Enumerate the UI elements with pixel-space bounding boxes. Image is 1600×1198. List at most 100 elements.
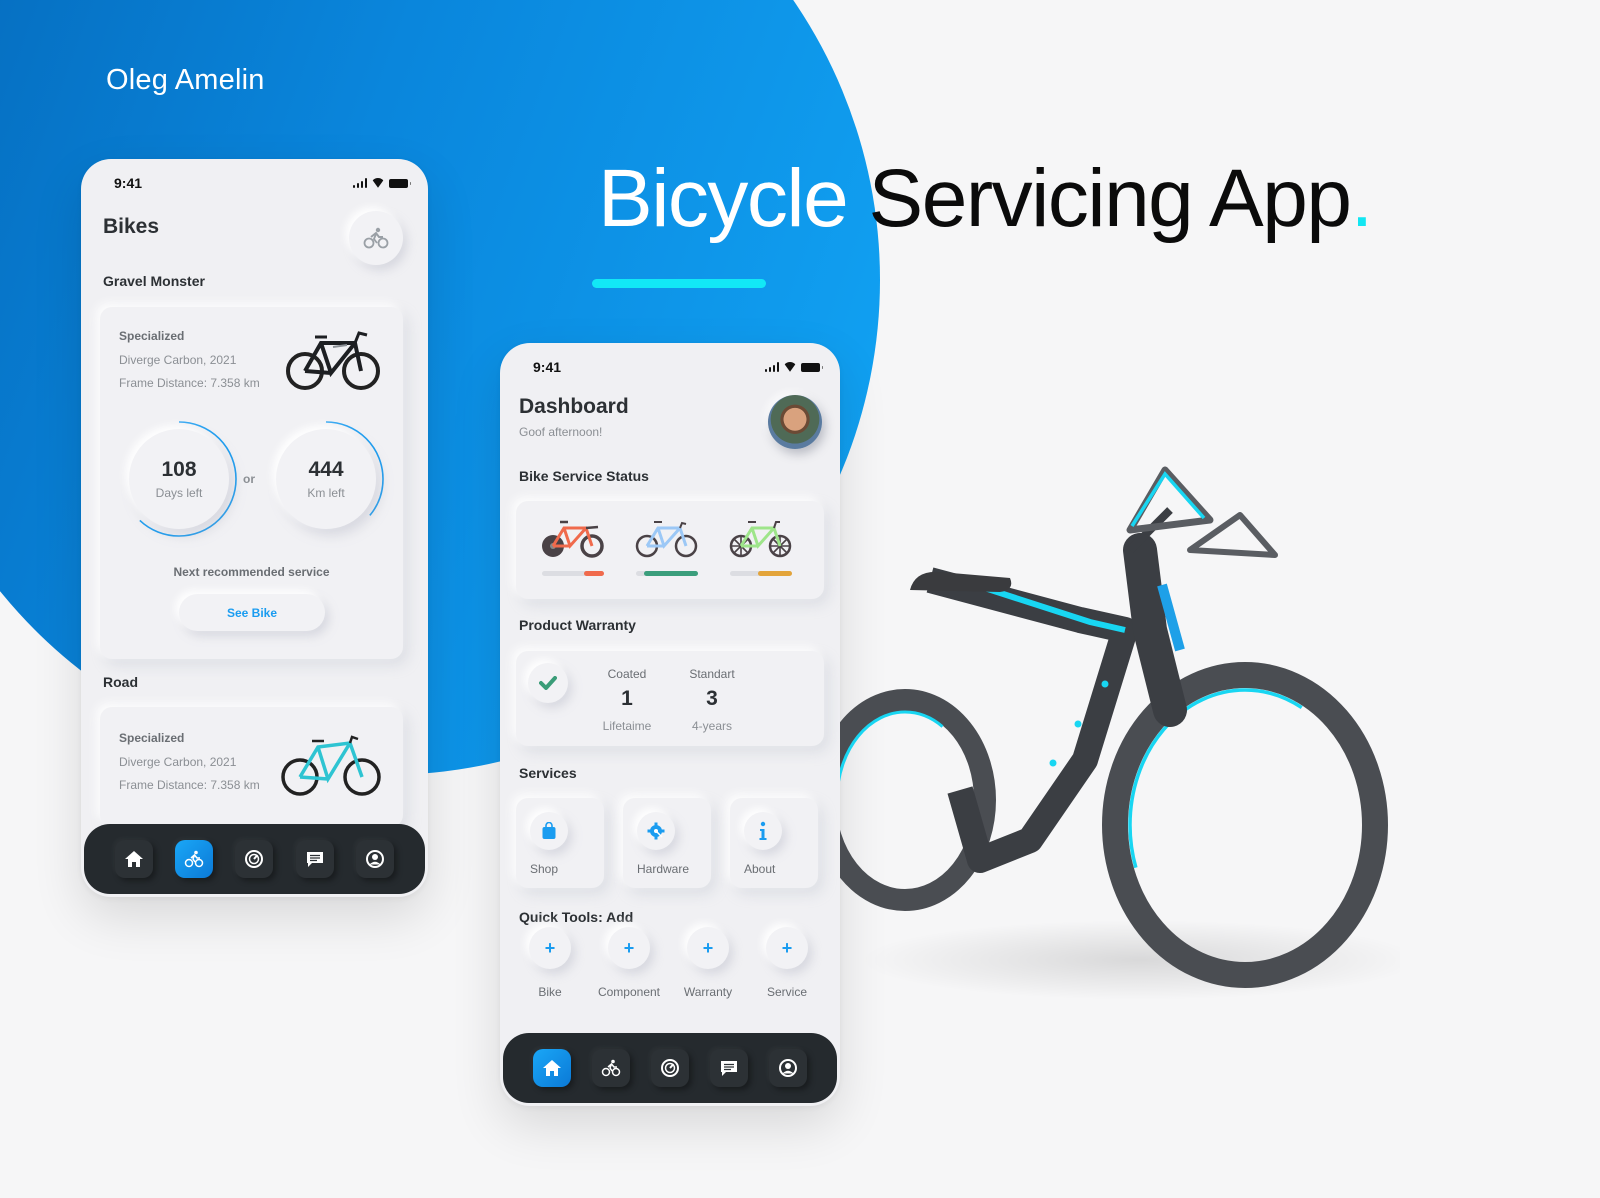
- tab-profile[interactable]: [768, 1049, 807, 1087]
- section-title-road: Road: [103, 674, 138, 690]
- gear-wrench-icon: [647, 822, 665, 840]
- status-bar: 9:41: [81, 173, 428, 193]
- chat-icon: [720, 1061, 737, 1076]
- section-title-services: Services: [519, 765, 577, 781]
- road-bike-image: [281, 735, 381, 796]
- km-left-label: Km left: [307, 486, 345, 500]
- bike-brand: Specialized: [119, 731, 185, 745]
- warranty-footer: Lifetaime: [602, 719, 652, 733]
- add-component-button[interactable]: +: [608, 927, 650, 969]
- warranty-check-badge: [528, 663, 568, 703]
- tab-bikes[interactable]: [592, 1049, 631, 1087]
- section-title-quick-tools: Quick Tools: Add: [519, 909, 634, 925]
- warranty-footer: 4-years: [691, 719, 732, 733]
- days-left-ring: 108 Days left: [119, 419, 239, 539]
- section-title-service-status: Bike Service Status: [519, 468, 649, 484]
- gravel-bike-image: [286, 331, 380, 390]
- km-left-value: 444: [308, 458, 344, 481]
- quick-tool-label: Bike: [538, 985, 562, 999]
- next-service-label: Next recommended service: [173, 565, 330, 579]
- chat-icon: [306, 852, 323, 867]
- km-left-ring: 444 Km left: [266, 419, 386, 539]
- greeting: Goof afternoon!: [519, 425, 603, 439]
- plus-icon: +: [623, 937, 635, 958]
- warranty-value: 1: [621, 687, 633, 710]
- service-about[interactable]: About: [730, 798, 818, 888]
- quick-tool-label: Warranty: [683, 985, 733, 999]
- home-icon: [543, 1060, 562, 1076]
- cyclist-button[interactable]: [349, 211, 403, 265]
- warranty-card: Coated 1 Lifetaime Standart 3 4-years: [516, 651, 824, 746]
- tab-home[interactable]: [115, 840, 154, 878]
- author-name: Oleg Amelin: [106, 64, 265, 96]
- quick-tool-label: Service: [766, 985, 807, 999]
- blue-bike-icon: [635, 521, 698, 558]
- warranty-coated: Coated 1 Lifetaime: [587, 667, 667, 733]
- bike-brand: Specialized: [119, 329, 185, 343]
- headline: Bicycle Servicing App.: [598, 152, 1373, 246]
- tab-stats[interactable]: [650, 1049, 689, 1087]
- service-label: Hardware: [637, 862, 690, 876]
- red-bike-icon: [542, 520, 604, 558]
- see-bike-button[interactable]: See Bike: [179, 594, 325, 631]
- days-left-value: 108: [161, 458, 197, 481]
- bike-icon: [601, 1059, 621, 1077]
- green-bike-status-bar: [757, 571, 792, 576]
- blue-bike-status-bar: [644, 571, 698, 576]
- add-service-button[interactable]: +: [766, 927, 808, 969]
- service-bike-blue[interactable]: [634, 519, 700, 576]
- status-time: 9:41: [533, 359, 562, 375]
- bike-icon: [185, 850, 204, 868]
- signal-icon: [352, 178, 367, 188]
- quick-tool-label: Component: [597, 985, 661, 999]
- avatar[interactable]: [768, 395, 822, 449]
- quick-add-service[interactable]: + Service: [747, 927, 827, 999]
- tab-stats[interactable]: [235, 840, 274, 878]
- tab-bikes[interactable]: [175, 840, 214, 878]
- service-label: About: [744, 862, 776, 876]
- bikes-screen: 9:41 Bikes Gravel Monster Specialized Di…: [81, 159, 428, 897]
- or-label: or: [243, 472, 255, 486]
- bottom-tab-bar: [84, 824, 425, 894]
- dashboard-screen: 9:41 Dashboard Goof afternoon! Bike Serv…: [500, 343, 840, 1106]
- warranty-header: Standart: [689, 667, 735, 681]
- service-shop[interactable]: Shop: [516, 798, 604, 888]
- headline-word-servicing-app: Servicing App: [868, 153, 1352, 244]
- service-hardware[interactable]: Hardware: [623, 798, 711, 888]
- service-bike-green[interactable]: [728, 519, 794, 576]
- quick-add-component[interactable]: + Component: [589, 927, 669, 999]
- bike-model: Diverge Carbon, 2021: [119, 353, 237, 367]
- green-bike-icon: [729, 521, 792, 558]
- wifi-icon: [783, 362, 797, 372]
- tab-home[interactable]: [533, 1049, 572, 1087]
- tab-messages[interactable]: [295, 840, 334, 878]
- add-warranty-button[interactable]: +: [687, 927, 729, 969]
- plus-icon: +: [544, 937, 556, 958]
- battery-icon: [389, 178, 411, 188]
- check-icon: [539, 676, 557, 690]
- profile-icon: [778, 1059, 797, 1077]
- quick-add-bike[interactable]: + Bike: [510, 927, 590, 999]
- home-icon: [125, 851, 144, 867]
- tab-profile[interactable]: [355, 840, 394, 878]
- add-bike-button[interactable]: +: [529, 927, 571, 969]
- bike-distance: Frame Distance: 7.358 km: [119, 778, 260, 792]
- info-icon: [759, 821, 767, 840]
- concept-bike-render: [840, 466, 1400, 1000]
- battery-icon: [801, 362, 823, 372]
- plus-icon: +: [781, 937, 793, 958]
- quick-add-warranty[interactable]: + Warranty: [668, 927, 748, 999]
- bike-card-gravel[interactable]: Specialized Diverge Carbon, 2021 Frame D…: [100, 307, 403, 659]
- page-title: Bikes: [103, 215, 160, 238]
- profile-icon: [365, 850, 384, 868]
- headline-dot: .: [1350, 153, 1373, 244]
- shopping-bag-icon: [542, 822, 556, 839]
- red-bike-status-bar: [583, 571, 604, 576]
- bike-card-road[interactable]: Specialized Diverge Carbon, 2021 Frame D…: [100, 707, 403, 827]
- section-title-warranty: Product Warranty: [519, 617, 636, 633]
- service-bike-red[interactable]: [540, 519, 606, 576]
- status-time: 9:41: [114, 175, 143, 191]
- days-left-label: Days left: [155, 486, 203, 500]
- tab-messages[interactable]: [709, 1049, 748, 1087]
- plus-icon: +: [702, 937, 714, 958]
